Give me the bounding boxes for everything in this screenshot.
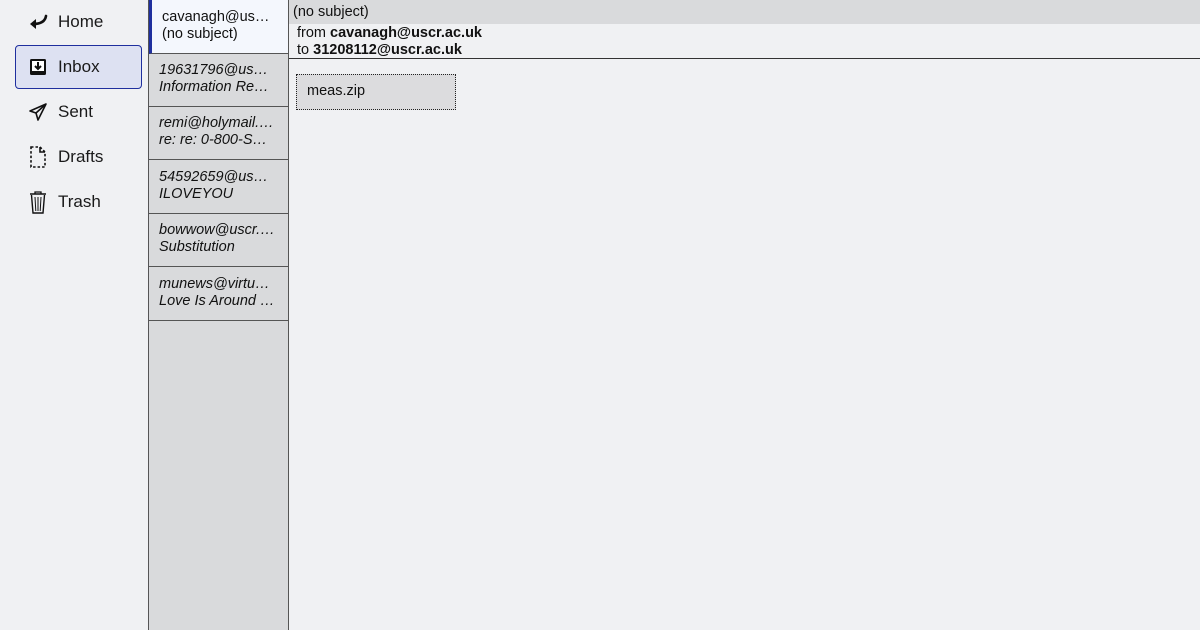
message-sender: 19631796@us… — [159, 62, 269, 78]
trash-icon — [28, 191, 48, 214]
attachment-button[interactable]: meas.zip — [296, 74, 456, 110]
nav-item-trash[interactable]: Trash — [15, 180, 142, 224]
draft-icon — [28, 146, 48, 168]
message-item[interactable]: 19631796@us… Information Re… — [149, 53, 288, 107]
email-from-line: from cavanagh@uscr.ac.uk — [297, 25, 1200, 42]
inbox-icon — [28, 56, 48, 78]
message-subject: re: re: 0-800-S… — [159, 132, 267, 148]
message-item[interactable]: remi@holymail.… re: re: 0-800-S… — [149, 106, 288, 160]
nav-item-inbox[interactable]: Inbox — [15, 45, 142, 89]
message-subject: ILOVEYOU — [159, 186, 234, 202]
nav-item-label: Drafts — [58, 147, 104, 166]
message-subject: Substitution — [159, 239, 235, 255]
message-item[interactable]: cavanagh@us… (no subject) — [149, 0, 288, 54]
message-item[interactable]: 54592659@us… ILOVEYOU — [149, 160, 288, 214]
message-sender: bowwow@uscr.… — [159, 222, 275, 238]
nav-item-label: Inbox — [58, 57, 100, 76]
message-subject: Love Is Around … — [159, 293, 275, 309]
nav-item-label: Home — [58, 12, 104, 31]
email-subject: (no subject) — [289, 0, 1200, 24]
from-label: from — [297, 25, 331, 41]
nav-item-home[interactable]: Home — [15, 0, 142, 44]
nav-item-label: Trash — [58, 192, 101, 211]
message-list: cavanagh@us… (no subject) 19631796@us… I… — [148, 0, 289, 630]
email-headers: from cavanagh@uscr.ac.uk to 31208112@usc… — [289, 24, 1200, 59]
message-sender: 54592659@us… — [159, 169, 269, 185]
nav-item-drafts[interactable]: Drafts — [15, 135, 142, 179]
sidebar-nav: Home Inbox Sent Drafts Trash — [0, 0, 148, 630]
message-sender: munews@virtu… — [159, 276, 270, 292]
message-item[interactable]: munews@virtu… Love Is Around … — [149, 267, 288, 321]
send-icon — [28, 101, 48, 123]
message-sender: cavanagh@us… — [162, 9, 270, 25]
email-to-line: to 31208112@uscr.ac.uk — [297, 42, 1200, 59]
to-address[interactable]: 31208112@uscr.ac.uk — [313, 42, 462, 58]
message-item[interactable]: bowwow@uscr.… Substitution — [149, 213, 288, 267]
to-label: to — [297, 41, 314, 58]
message-subject: (no subject) — [162, 26, 238, 42]
nav-item-sent[interactable]: Sent — [15, 90, 142, 134]
reading-pane: (no subject) from cavanagh@uscr.ac.uk to… — [289, 0, 1200, 630]
message-sender: remi@holymail.… — [159, 115, 274, 131]
message-subject: Information Re… — [159, 79, 269, 95]
nav-item-label: Sent — [58, 102, 93, 121]
home-arrow-icon — [28, 11, 48, 33]
from-address[interactable]: cavanagh@uscr.ac.uk — [330, 25, 482, 41]
